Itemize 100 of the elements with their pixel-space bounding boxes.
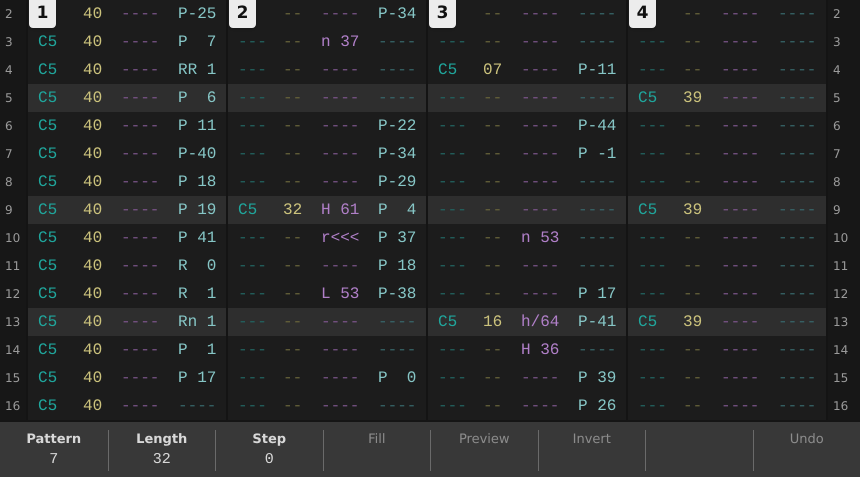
note-cell[interactable]: --- xyxy=(238,89,267,107)
note-cell[interactable]: C5 xyxy=(38,89,58,107)
volume-cell[interactable]: -- xyxy=(683,145,702,163)
volume-cell[interactable]: 40 xyxy=(83,257,102,275)
effect-cell[interactable]: ---- xyxy=(121,257,160,275)
command-cell[interactable]: R 0 xyxy=(178,257,216,275)
volume-cell[interactable]: 40 xyxy=(83,173,102,191)
toolbar-button[interactable]: Pattern 7 xyxy=(0,430,108,471)
command-cell[interactable]: ---- xyxy=(378,313,416,331)
note-cell[interactable]: --- xyxy=(438,397,467,415)
volume-cell[interactable]: -- xyxy=(483,145,502,163)
command-cell[interactable]: Rn 1 xyxy=(178,313,216,331)
command-cell[interactable]: P-11 xyxy=(578,61,616,79)
volume-cell[interactable]: -- xyxy=(283,117,302,135)
note-cell[interactable]: C5 xyxy=(38,397,58,415)
effect-cell[interactable]: ---- xyxy=(121,229,160,247)
command-cell[interactable]: P 7 xyxy=(178,33,216,51)
note-cell[interactable]: C5 xyxy=(38,313,58,331)
note-cell[interactable]: --- xyxy=(238,61,267,79)
effect-cell[interactable]: ---- xyxy=(521,201,560,219)
volume-cell[interactable]: 40 xyxy=(83,89,102,107)
effect-cell[interactable]: ---- xyxy=(121,5,160,23)
effect-cell[interactable]: ---- xyxy=(721,257,760,275)
volume-cell[interactable]: -- xyxy=(283,369,302,387)
effect-cell[interactable]: ---- xyxy=(721,313,760,331)
command-cell[interactable]: ---- xyxy=(578,173,616,191)
note-cell[interactable]: C5 xyxy=(438,313,458,331)
note-cell[interactable]: --- xyxy=(638,369,667,387)
effect-cell[interactable]: ---- xyxy=(121,145,160,163)
note-cell[interactable]: C5 xyxy=(38,33,58,51)
effect-cell[interactable]: r<<< xyxy=(321,229,360,247)
effect-cell[interactable]: ---- xyxy=(321,117,360,135)
command-cell[interactable]: ---- xyxy=(578,257,616,275)
note-cell[interactable]: --- xyxy=(438,173,467,191)
command-cell[interactable]: ---- xyxy=(778,89,816,107)
command-cell[interactable]: P 18 xyxy=(378,257,416,275)
volume-cell[interactable]: -- xyxy=(683,117,702,135)
command-cell[interactable]: P-29 xyxy=(378,173,416,191)
command-cell[interactable]: P 26 xyxy=(578,397,616,415)
command-cell[interactable]: ---- xyxy=(578,5,616,23)
command-cell[interactable]: ---- xyxy=(378,33,416,51)
effect-cell[interactable]: ---- xyxy=(521,397,560,415)
note-cell[interactable]: --- xyxy=(638,33,667,51)
effect-cell[interactable]: ---- xyxy=(721,145,760,163)
command-cell[interactable]: R 1 xyxy=(178,285,216,303)
effect-cell[interactable]: ---- xyxy=(321,145,360,163)
effect-cell[interactable]: ---- xyxy=(521,89,560,107)
volume-cell[interactable]: -- xyxy=(483,397,502,415)
note-cell[interactable]: C5 xyxy=(38,229,58,247)
command-cell[interactable]: P 18 xyxy=(178,173,216,191)
volume-cell[interactable]: -- xyxy=(283,257,302,275)
effect-cell[interactable]: ---- xyxy=(721,117,760,135)
command-cell[interactable]: ---- xyxy=(378,341,416,359)
volume-cell[interactable]: 16 xyxy=(483,313,502,331)
note-cell[interactable]: C5 xyxy=(38,285,58,303)
command-cell[interactable]: ---- xyxy=(578,201,616,219)
effect-cell[interactable]: ---- xyxy=(121,341,160,359)
effect-cell[interactable]: ---- xyxy=(721,89,760,107)
volume-cell[interactable]: -- xyxy=(683,5,702,23)
volume-cell[interactable]: -- xyxy=(683,257,702,275)
volume-cell[interactable]: 40 xyxy=(83,229,102,247)
effect-cell[interactable]: ---- xyxy=(321,369,360,387)
volume-cell[interactable]: 40 xyxy=(83,369,102,387)
note-cell[interactable]: --- xyxy=(238,285,267,303)
command-cell[interactable]: P 37 xyxy=(378,229,416,247)
volume-cell[interactable]: 40 xyxy=(83,397,102,415)
channel-badge[interactable]: 4 xyxy=(629,0,656,28)
volume-cell[interactable]: 40 xyxy=(83,33,102,51)
effect-cell[interactable]: ---- xyxy=(121,61,160,79)
command-cell[interactable]: P 11 xyxy=(178,117,216,135)
volume-cell[interactable]: -- xyxy=(283,5,302,23)
volume-cell[interactable]: -- xyxy=(283,285,302,303)
effect-cell[interactable]: ---- xyxy=(721,229,760,247)
volume-cell[interactable]: 40 xyxy=(83,5,102,23)
note-cell[interactable]: --- xyxy=(638,341,667,359)
effect-cell[interactable]: ---- xyxy=(321,5,360,23)
command-cell[interactable]: P 41 xyxy=(178,229,216,247)
channel-badge[interactable]: 2 xyxy=(229,0,256,28)
note-cell[interactable]: C5 xyxy=(38,173,58,191)
note-cell[interactable]: --- xyxy=(438,89,467,107)
command-cell[interactable]: ---- xyxy=(778,33,816,51)
volume-cell[interactable]: 32 xyxy=(283,201,302,219)
effect-cell[interactable]: ---- xyxy=(521,369,560,387)
volume-cell[interactable]: -- xyxy=(283,173,302,191)
volume-cell[interactable]: -- xyxy=(683,33,702,51)
volume-cell[interactable]: 40 xyxy=(83,313,102,331)
note-cell[interactable]: --- xyxy=(238,145,267,163)
volume-cell[interactable]: -- xyxy=(683,397,702,415)
volume-cell[interactable]: -- xyxy=(483,369,502,387)
command-cell[interactable]: ---- xyxy=(778,61,816,79)
command-cell[interactable]: P -1 xyxy=(578,145,616,163)
effect-cell[interactable]: ---- xyxy=(321,61,360,79)
volume-cell[interactable]: -- xyxy=(283,89,302,107)
note-cell[interactable]: --- xyxy=(638,61,667,79)
effect-cell[interactable]: ---- xyxy=(121,369,160,387)
note-cell[interactable]: C5 xyxy=(38,257,58,275)
command-cell[interactable]: P 39 xyxy=(578,369,616,387)
effect-cell[interactable]: ---- xyxy=(521,285,560,303)
volume-cell[interactable]: 40 xyxy=(83,201,102,219)
note-cell[interactable]: --- xyxy=(438,369,467,387)
